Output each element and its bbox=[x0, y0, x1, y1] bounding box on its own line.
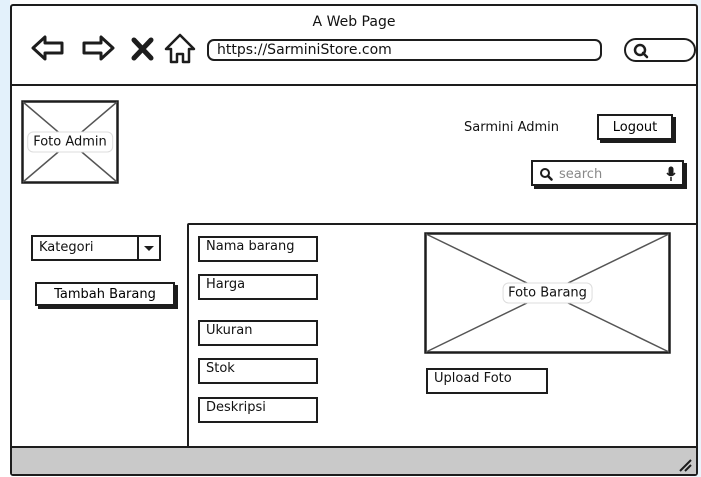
price-field[interactable]: Harga bbox=[198, 274, 318, 300]
size-field[interactable]: Ukuran bbox=[198, 320, 318, 346]
home-icon[interactable] bbox=[162, 30, 198, 66]
browser-window: A Web Page https://SarminiStore.com Foto… bbox=[10, 4, 698, 476]
item-photo-label: Foto Barang bbox=[502, 282, 593, 304]
add-item-button[interactable]: Tambah Barang bbox=[35, 282, 175, 306]
user-name: Sarmini Admin bbox=[464, 120, 560, 135]
resize-grip-icon[interactable] bbox=[676, 456, 692, 472]
status-bar bbox=[12, 446, 696, 474]
item-photo: Foto Barang bbox=[424, 232, 671, 354]
search-input[interactable] bbox=[557, 164, 661, 184]
browser-toolbar: A Web Page https://SarminiStore.com bbox=[12, 6, 696, 86]
close-icon[interactable] bbox=[129, 30, 157, 66]
window-title: A Web Page bbox=[312, 14, 396, 30]
search-box bbox=[531, 160, 684, 186]
logout-button[interactable]: Logout bbox=[597, 114, 673, 140]
forward-arrow-icon[interactable] bbox=[80, 30, 116, 66]
item-name-field[interactable]: Nama barang bbox=[198, 236, 318, 262]
back-arrow-icon[interactable] bbox=[30, 30, 66, 66]
address-bar[interactable]: https://SarminiStore.com bbox=[207, 39, 602, 61]
background-shape bbox=[0, 0, 10, 300]
category-dropdown-label: Kategori bbox=[39, 240, 94, 255]
stock-field[interactable]: Stok bbox=[198, 358, 318, 384]
upload-photo-button[interactable]: Upload Foto bbox=[426, 368, 548, 394]
category-dropdown[interactable]: Kategori bbox=[31, 235, 161, 261]
search-icon bbox=[633, 43, 649, 59]
description-field[interactable]: Deskripsi bbox=[198, 397, 318, 423]
chevron-down-icon[interactable] bbox=[137, 237, 159, 259]
admin-photo: Foto Admin bbox=[21, 100, 119, 184]
browser-search-button[interactable] bbox=[624, 38, 696, 62]
search-icon bbox=[540, 168, 553, 181]
admin-photo-label: Foto Admin bbox=[27, 131, 113, 153]
microphone-icon[interactable] bbox=[666, 166, 676, 182]
